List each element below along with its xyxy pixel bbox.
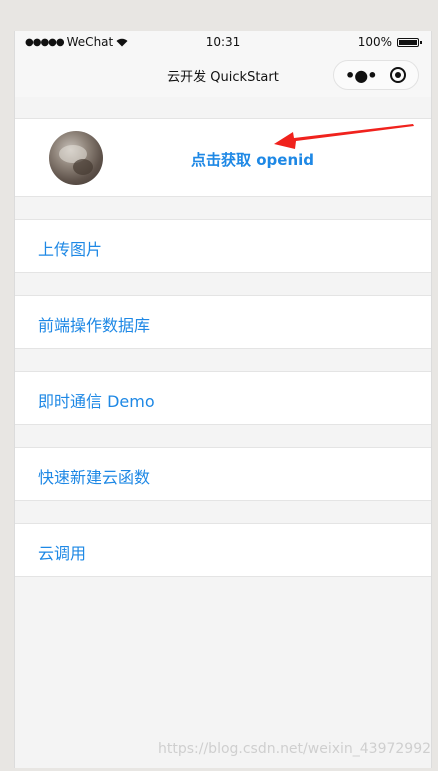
menu-item-im-demo[interactable]: 即时通信 Demo	[15, 371, 431, 425]
more-icon[interactable]: •●•	[345, 66, 377, 85]
menu-item-label: 前端操作数据库	[38, 316, 151, 335]
avatar[interactable]	[49, 131, 103, 185]
navigation-bar: 云开发 QuickStart •●•	[15, 53, 431, 97]
annotation-arrow-icon	[274, 124, 414, 149]
status-bar: ●●●●● WeChat 10:31 100%	[15, 31, 431, 53]
get-openid-button[interactable]: 点击获取 openid	[191, 149, 314, 170]
menu-item-database[interactable]: 前端操作数据库	[15, 295, 431, 349]
menu-item-label: 即时通信 Demo	[38, 392, 155, 411]
menu-item-label: 快速新建云函数	[38, 468, 151, 487]
menu-item-cloud-call[interactable]: 云调用	[15, 523, 431, 577]
menu-item-label: 云调用	[38, 544, 87, 563]
menu-item-label: 上传图片	[38, 240, 103, 259]
battery-percent: 100%	[357, 35, 392, 49]
close-icon[interactable]	[390, 67, 406, 83]
battery-icon	[397, 37, 422, 47]
menu-item-upload-image[interactable]: 上传图片	[15, 219, 431, 273]
watermark: https://blog.csdn.net/weixin_43972992	[158, 741, 432, 757]
capsule-menu: •●•	[333, 60, 419, 90]
arrow-shape	[274, 124, 414, 149]
menu-item-new-cloud-function[interactable]: 快速新建云函数	[15, 447, 431, 501]
